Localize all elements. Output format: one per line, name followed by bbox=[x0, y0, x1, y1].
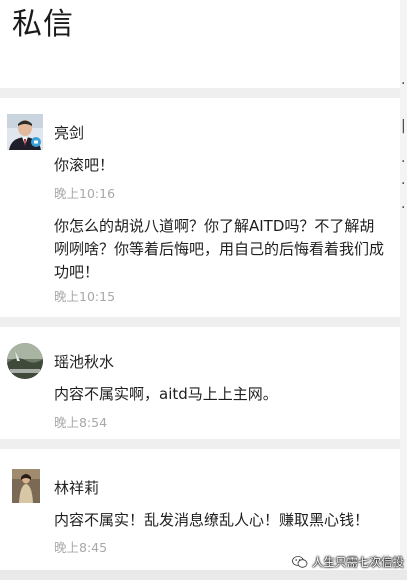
avatar[interactable] bbox=[7, 343, 43, 379]
message-time: 晚上8:54 bbox=[54, 415, 108, 430]
conversation-card[interactable]: 瑶池秋水 内容不属实啊，aitd马上上主网。 晚上8:54 bbox=[0, 327, 400, 439]
sender-name: 瑶池秋水 bbox=[54, 353, 115, 371]
watermark: 人生只需七次信投 bbox=[292, 552, 404, 572]
avatar-person-icon bbox=[12, 469, 40, 503]
sender-name: 林祥莉 bbox=[54, 479, 100, 497]
message-text: 内容不属实！乱发消息缭乱人心！赚取黑心钱！ bbox=[54, 511, 370, 529]
header: 私信 bbox=[0, 0, 400, 88]
message-text: 你滚吧！ bbox=[54, 156, 115, 174]
sender-name: 亮剑 bbox=[54, 124, 85, 142]
conversation-card[interactable]: 亮剑 你滚吧！ 晚上10:16 你怎么的胡说八道啊？你了解AITD吗？不了解胡咧… bbox=[0, 98, 400, 317]
message-time: 晚上8:45 bbox=[54, 540, 108, 555]
page-title: 私信 bbox=[12, 7, 74, 42]
avatar-landscape-icon bbox=[7, 343, 43, 379]
adjacent-panel-edge: . | . . . bbox=[400, 0, 407, 580]
avatar-photo-icon bbox=[7, 114, 43, 150]
message-time: 晚上10:15 bbox=[54, 289, 116, 304]
wechat-icon bbox=[292, 556, 308, 568]
watermark-text: 人生只需七次信投 bbox=[312, 555, 404, 569]
private-messages-page: 私信 . | . . . 亮剑 你滚吧！ 晚上10:16 你怎么的胡说八道啊？你 bbox=[0, 0, 407, 580]
message-text: 内容不属实啊，aitd马上上主网。 bbox=[54, 385, 278, 403]
message-text: 你怎么的胡说八道啊？你了解AITD吗？不了解胡咧咧啥？你等着后悔吧，用自己的后悔… bbox=[54, 217, 385, 281]
avatar[interactable] bbox=[7, 114, 43, 150]
message-time: 晚上10:16 bbox=[54, 186, 116, 201]
avatar[interactable] bbox=[12, 469, 40, 503]
